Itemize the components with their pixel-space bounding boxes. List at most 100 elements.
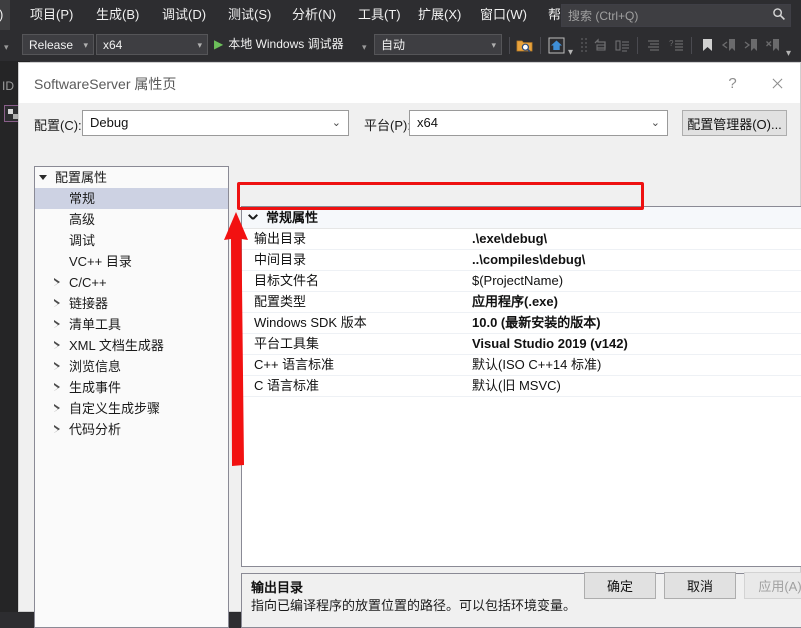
- property-grid-empty-area: [242, 397, 801, 566]
- property-row[interactable]: C 语言标准 默认(旧 MSVC): [242, 376, 801, 397]
- configuration-value: Debug: [90, 115, 129, 130]
- start-debugging-button[interactable]: ▶ 本地 Windows 调试器: [214, 34, 344, 55]
- comment-selection-icon[interactable]: [645, 37, 662, 54]
- menu-item-0[interactable]: ): [0, 0, 11, 30]
- tree-item-label: VC++ 目录: [69, 254, 132, 269]
- undo-navigation-icon[interactable]: [593, 37, 610, 54]
- property-value[interactable]: ..\compiles\debug\: [472, 250, 585, 270]
- platform-combo[interactable]: x64 ⌄: [409, 110, 668, 136]
- tree-item[interactable]: 高级: [35, 209, 228, 230]
- run-mode-combo[interactable]: 自动 ▾: [374, 34, 502, 55]
- tree-item[interactable]: C/C++: [35, 272, 228, 293]
- property-row[interactable]: C++ 语言标准 默认(ISO C++14 标准): [242, 355, 801, 376]
- cancel-button[interactable]: 取消: [664, 572, 736, 599]
- toggle-bookmark-icon[interactable]: [699, 37, 716, 54]
- toolbar-overflow-right-icon[interactable]: ▾: [786, 48, 791, 59]
- chevron-down-icon[interactable]: [246, 207, 260, 228]
- redo-navigation-icon[interactable]: [614, 37, 631, 54]
- find-in-files-icon[interactable]: [516, 37, 533, 54]
- triangle-right-icon[interactable]: [49, 335, 65, 356]
- ok-button[interactable]: 确定: [584, 572, 656, 599]
- property-row[interactable]: 中间目录 ..\compiles\debug\: [242, 250, 801, 271]
- search-input[interactable]: 搜索 (Ctrl+Q): [562, 7, 768, 24]
- triangle-right-icon[interactable]: [49, 272, 65, 293]
- tree-item[interactable]: 代码分析: [35, 419, 228, 440]
- property-row[interactable]: 平台工具集 Visual Studio 2019 (v142): [242, 334, 801, 355]
- property-name: 配置类型: [254, 294, 307, 309]
- triangle-right-icon[interactable]: [49, 377, 65, 398]
- chevron-down-icon: ⌄: [650, 117, 660, 129]
- left-strip-label: ID: [2, 79, 14, 93]
- menu-item-tools[interactable]: 工具(T): [351, 0, 408, 30]
- home-icon[interactable]: [548, 37, 565, 54]
- menu-item-extensions[interactable]: 扩展(X): [411, 0, 468, 30]
- property-row[interactable]: Windows SDK 版本 10.0 (最新安装的版本): [242, 313, 801, 334]
- help-button[interactable]: ?: [710, 63, 755, 103]
- uncomment-selection-icon[interactable]: ?: [668, 37, 685, 54]
- next-bookmark-icon[interactable]: [743, 37, 760, 54]
- tree-item-label: 自定义生成步骤: [69, 401, 161, 416]
- menu-item-analyze[interactable]: 分析(N): [285, 0, 343, 30]
- tree-item[interactable]: 链接器: [35, 293, 228, 314]
- triangle-right-icon[interactable]: [49, 293, 65, 314]
- property-value[interactable]: $(ProjectName): [472, 271, 563, 291]
- property-name: C++ 语言标准: [254, 357, 335, 372]
- tree-item[interactable]: 常规: [35, 188, 228, 209]
- tree-item-label: 链接器: [69, 296, 109, 311]
- property-name: 中间目录: [254, 252, 307, 267]
- property-name: Windows SDK 版本: [254, 315, 367, 330]
- property-value[interactable]: 应用程序(.exe): [472, 292, 558, 312]
- close-icon: [771, 77, 784, 90]
- solution-configuration-value: Release: [29, 38, 74, 52]
- tree-item[interactable]: 调试: [35, 230, 228, 251]
- property-value[interactable]: 10.0 (最新安装的版本): [472, 313, 601, 333]
- property-value[interactable]: Visual Studio 2019 (v142): [472, 334, 628, 354]
- triangle-right-icon[interactable]: [49, 398, 65, 419]
- property-grid[interactable]: 常规属性 输出目录 .\exe\debug\ 中间目录 ..\compiles\deb…: [241, 206, 801, 567]
- property-value[interactable]: 默认(ISO C++14 标准): [472, 355, 601, 375]
- debug-target-label: 本地 Windows 调试器: [228, 37, 344, 51]
- solution-configuration-combo[interactable]: Release ▾: [22, 34, 94, 55]
- menu-item-build[interactable]: 生成(B): [89, 0, 146, 30]
- triangle-right-icon[interactable]: [49, 314, 65, 335]
- triangle-right-icon[interactable]: [49, 356, 65, 377]
- menu-item-project[interactable]: 项目(P): [23, 0, 80, 30]
- tree-item[interactable]: 生成事件: [35, 377, 228, 398]
- property-name: C 语言标准: [254, 378, 320, 393]
- configuration-combo[interactable]: Debug ⌄: [82, 110, 349, 136]
- toolbar-overflow-icon[interactable]: ▾: [568, 47, 573, 58]
- tree-item[interactable]: 自定义生成步骤: [35, 398, 228, 419]
- previous-bookmark-icon[interactable]: [721, 37, 738, 54]
- close-button[interactable]: [755, 63, 800, 103]
- property-row[interactable]: 配置类型 应用程序(.exe): [242, 292, 801, 313]
- menu-item-debug[interactable]: 调试(D): [155, 0, 213, 30]
- configuration-tree[interactable]: 配置属性 常规 高级 调试 VC++ 目录 C/C++ 链接器清单工具 XML 文档生成器 浏览…: [34, 166, 229, 628]
- tree-item[interactable]: 清单工具: [35, 314, 228, 335]
- property-value[interactable]: .\exe\debug\: [472, 229, 547, 249]
- apply-button: 应用(A): [744, 572, 801, 599]
- property-group-header[interactable]: 常规属性: [242, 207, 801, 229]
- triangle-right-icon[interactable]: [49, 419, 65, 440]
- solution-platform-combo[interactable]: x64 ▾: [96, 34, 208, 55]
- property-value[interactable]: 默认(旧 MSVC): [472, 376, 561, 396]
- tree-item[interactable]: VC++ 目录: [35, 251, 228, 272]
- menu-item-window[interactable]: 窗口(W): [473, 0, 534, 30]
- triangle-down-icon[interactable]: [35, 167, 51, 188]
- property-row[interactable]: 目标文件名 $(ProjectName): [242, 271, 801, 292]
- property-row[interactable]: 输出目录 .\exe\debug\: [242, 229, 801, 250]
- solution-platform-value: x64: [103, 38, 123, 52]
- tree-item[interactable]: XML 文档生成器: [35, 335, 228, 356]
- debug-target-dropdown-icon[interactable]: ▾: [362, 42, 367, 53]
- search-icon: [768, 7, 790, 24]
- toolbar-overflow-left-icon[interactable]: ▾: [4, 42, 9, 53]
- menu-item-test[interactable]: 测试(S): [221, 0, 278, 30]
- clear-bookmarks-icon[interactable]: [765, 37, 782, 54]
- configuration-manager-button[interactable]: 配置管理器(O)...: [682, 110, 787, 136]
- question-mark-icon: ?: [728, 74, 737, 92]
- quick-launch-search[interactable]: 搜索 (Ctrl+Q): [561, 4, 791, 27]
- tree-item[interactable]: 浏览信息: [35, 356, 228, 377]
- tree-item[interactable]: 配置属性: [35, 167, 228, 188]
